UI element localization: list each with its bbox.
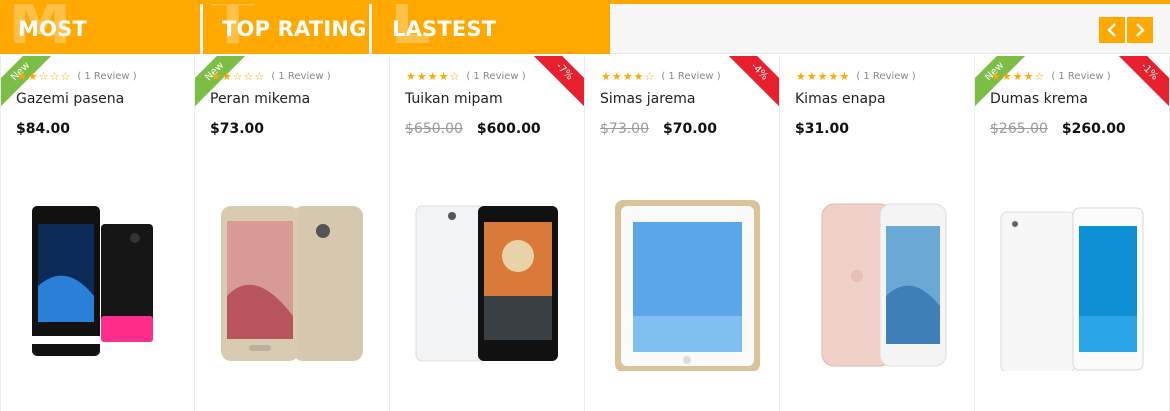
- carousel-prev-button[interactable]: [1099, 17, 1125, 43]
- product-title-link[interactable]: Dumas krema: [990, 91, 1088, 107]
- xperia-z-phone-image: [1000, 207, 1144, 373]
- product-title-link[interactable]: Kimas enapa: [795, 91, 886, 107]
- review-count: ( 1 Review ): [856, 71, 916, 82]
- tab-lastest-product[interactable]: L LASTEST PRODUCT: [372, 4, 610, 54]
- product-image[interactable]: [790, 176, 965, 371]
- star-rating-icon: ★★★★☆: [601, 70, 656, 83]
- star-rating-icon: ★★★★☆: [406, 70, 461, 83]
- chevron-right-icon: [1136, 23, 1145, 37]
- ipad-mini-image: [615, 200, 760, 372]
- product-title-link[interactable]: Tuikan mipam: [405, 91, 503, 107]
- rating: ★★☆☆☆ ( 1 Review ): [211, 70, 331, 83]
- product-title-link[interactable]: Gazemi pasena: [16, 91, 124, 107]
- star-rating-icon: ★★☆☆☆: [17, 70, 72, 83]
- tab-label: LASTEST PRODUCT: [392, 17, 497, 41]
- current-price: $70.00: [663, 121, 718, 137]
- current-price: $31.00: [795, 121, 850, 137]
- price-block: $265.00 $260.00: [990, 121, 1126, 137]
- review-count: ( 1 Review ): [271, 71, 331, 82]
- product-image[interactable]: [205, 176, 380, 371]
- review-count: ( 1 Review ): [661, 71, 721, 82]
- product-carousel: New ★★☆☆☆ ( 1 Review ) Gazemi pasena $84…: [0, 56, 1170, 411]
- product-card[interactable]: New -1% ★★★★☆ ( 1 Review ) Dumas krema $…: [975, 56, 1170, 411]
- galaxy-phone-image: [221, 206, 363, 361]
- rating: ★★★★☆ ( 1 Review ): [991, 70, 1111, 83]
- review-count: ( 1 Review ): [77, 71, 137, 82]
- tab-most-reviews[interactable]: M MOST REVIEWS: [0, 4, 200, 54]
- tab-label: MOST REVIEWS: [18, 17, 87, 41]
- old-price: $650.00: [405, 121, 463, 137]
- review-count: ( 1 Review ): [1051, 71, 1111, 82]
- tab-label: TOP RATING: [222, 17, 367, 41]
- chevron-left-icon: [1107, 23, 1116, 37]
- product-card[interactable]: -7% ★★★★☆ ( 1 Review ) Tuikan mipam $650…: [390, 56, 585, 411]
- current-price: $260.00: [1061, 121, 1126, 137]
- product-card[interactable]: New ★★☆☆☆ ( 1 Review ) Peran mikema $73.…: [195, 56, 390, 411]
- product-card[interactable]: -4% ★★★★☆ ( 1 Review ) Simas jarema $73.…: [585, 56, 780, 411]
- product-image[interactable]: [595, 176, 770, 372]
- old-price: $265.00: [990, 121, 1048, 137]
- sale-badge: -4%: [716, 56, 779, 115]
- current-price: $84.00: [16, 121, 71, 137]
- product-card[interactable]: New ★★☆☆☆ ( 1 Review ) Gazemi pasena $84…: [0, 56, 195, 411]
- iphone-image: [821, 203, 947, 367]
- xperia-phone-image: [32, 206, 153, 356]
- rating: ★★★★☆ ( 1 Review ): [601, 70, 721, 83]
- price-block: $650.00 $600.00: [405, 121, 541, 137]
- old-price: $73.00: [600, 121, 649, 137]
- current-price: $73.00: [210, 121, 265, 137]
- sale-badge: -1%: [1106, 56, 1169, 115]
- oppo-phone-image: [415, 205, 558, 362]
- review-count: ( 1 Review ): [466, 71, 526, 82]
- carousel-next-button[interactable]: [1127, 17, 1153, 43]
- sale-badge: -7%: [521, 56, 584, 115]
- price-block: $84.00: [16, 121, 70, 137]
- price-block: $73.00: [210, 121, 264, 137]
- section-tab-bar: M MOST REVIEWS T TOP RATING L LASTEST PR…: [0, 4, 1170, 54]
- product-image[interactable]: [400, 176, 575, 371]
- rating: ★★★★★ ( 1 Review ): [796, 70, 916, 83]
- star-rating-icon: ★★☆☆☆: [211, 70, 266, 83]
- rating: ★★★★☆ ( 1 Review ): [406, 70, 526, 83]
- product-image[interactable]: [985, 176, 1160, 373]
- tab-top-rating[interactable]: T TOP RATING: [203, 4, 369, 54]
- price-block: $73.00 $70.00: [600, 121, 717, 137]
- product-card[interactable]: ★★★★★ ( 1 Review ) Kimas enapa $31.00: [780, 56, 975, 411]
- star-rating-icon: ★★★★☆: [991, 70, 1046, 83]
- rating: ★★☆☆☆ ( 1 Review ): [17, 70, 137, 83]
- star-rating-icon: ★★★★★: [796, 70, 851, 83]
- product-title-link[interactable]: Simas jarema: [600, 91, 695, 107]
- product-image[interactable]: [11, 176, 186, 371]
- current-price: $600.00: [476, 121, 541, 137]
- product-title-link[interactable]: Peran mikema: [210, 91, 310, 107]
- price-block: $31.00: [795, 121, 849, 137]
